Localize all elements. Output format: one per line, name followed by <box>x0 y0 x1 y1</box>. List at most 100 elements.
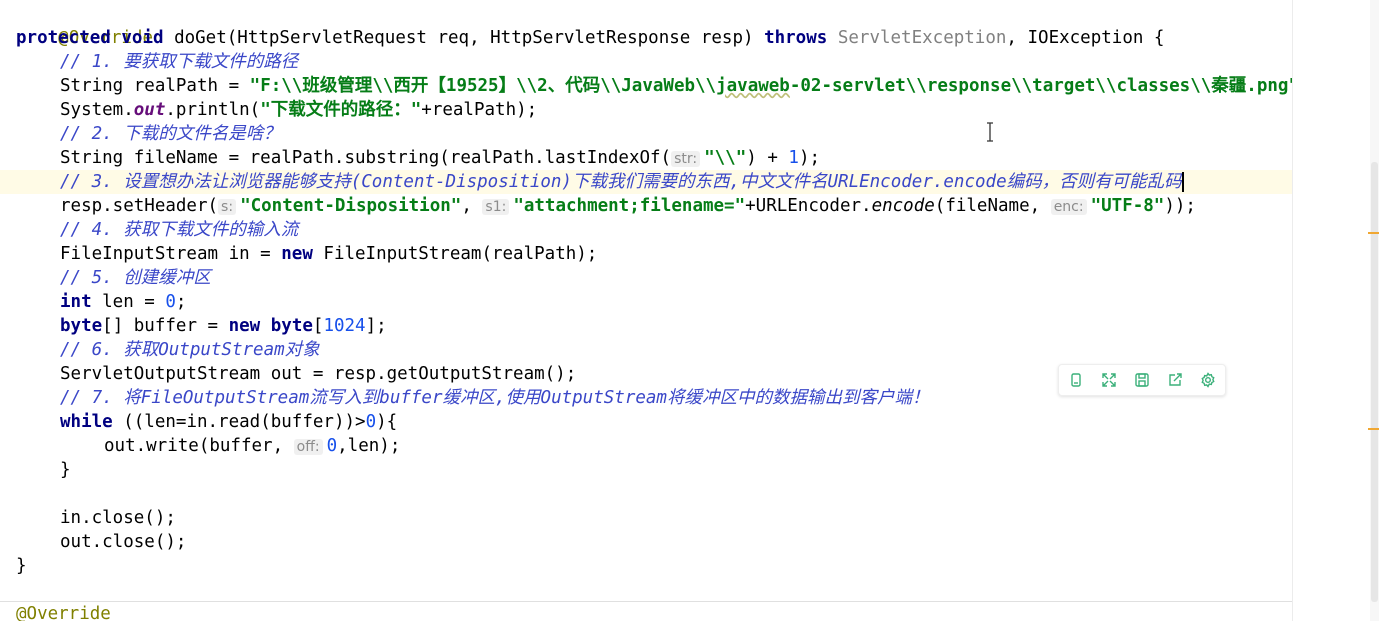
code-line: // 4. 获取下载文件的输入流 <box>60 218 1292 242</box>
code-text: len = <box>91 292 166 312</box>
code-text: )); <box>1164 196 1196 216</box>
comment-token: // 4. 获取下载文件的输入流 <box>60 220 299 240</box>
code-text: } <box>16 556 27 576</box>
code-text: out.write(buffer, <box>104 436 294 456</box>
comment-token: // 5. 创建缓冲区 <box>60 268 211 288</box>
code-text: ((len=in.read(buffer))> <box>112 412 366 432</box>
code-line: @Override <box>16 602 1292 621</box>
static-method-token: encode <box>871 196 935 216</box>
code-line: String fileName = realPath.substring(rea… <box>60 146 1292 170</box>
code-text: (fileName, <box>934 196 1051 216</box>
code-line: FileInputStream in = new FileInputStream… <box>60 242 1292 266</box>
keyword-token: new <box>281 244 313 264</box>
static-field-token: out <box>133 100 166 120</box>
code-text: +URLEncoder. <box>745 196 872 216</box>
number-token: 0 <box>365 412 377 432</box>
expand-button[interactable] <box>1098 369 1120 391</box>
mouse-ibeam-cursor <box>987 122 993 142</box>
code-line: int len = 0; <box>60 290 1292 314</box>
warning-marker[interactable] <box>1368 428 1379 430</box>
save-button[interactable] <box>1131 369 1153 391</box>
share-icon <box>1169 373 1182 386</box>
code-text: ]; <box>365 316 387 336</box>
code-text: String realPath = <box>60 76 250 96</box>
code-text: ,len); <box>337 436 401 456</box>
code-line: // 6. 获取OutputStream对象 <box>60 338 1292 362</box>
string-token: "Content-Disposition" <box>240 196 462 216</box>
share-button[interactable] <box>1164 369 1186 391</box>
comment-token: // 2. 下载的文件名是啥？ <box>60 124 281 144</box>
code-text: FileInputStream in = <box>60 244 282 264</box>
code-line: // 5. 创建缓冲区 <box>60 266 1292 290</box>
code-line: in.close(); <box>60 506 1292 530</box>
parameter-hint: str: <box>671 151 701 167</box>
unused-exception-token: ServletException <box>837 28 1007 48</box>
code-line: // 1. 要获取下载文件的路径 <box>60 50 1292 74</box>
current-line: // 3. 设置想办法让浏览器能够支持(Content-Disposition)… <box>0 170 1292 194</box>
code-text: [ <box>312 316 324 336</box>
comment-token: // 7. 将FileOutputStream流写入到buffer缓冲区,使用O… <box>60 388 930 408</box>
annotation-token: @Override <box>16 604 111 621</box>
right-gutter <box>1292 0 1379 621</box>
settings-button[interactable] <box>1197 369 1219 391</box>
code-editor[interactable]: @Override protected void doGet(HttpServl… <box>0 0 1292 621</box>
keyword-token: byte <box>270 316 313 336</box>
number-token: 1 <box>788 148 799 168</box>
keyword-token: while <box>60 412 113 432</box>
keyword-token: protected <box>16 28 111 48</box>
code-line: byte[] buffer = new byte[1024]; <box>60 314 1292 338</box>
code-line: System.out.println("下载文件的路径："+realPath); <box>60 98 1292 122</box>
code-text: in.close(); <box>60 508 176 528</box>
parameter-hint: off: <box>293 439 323 455</box>
code-text: , IOException { <box>1006 28 1165 48</box>
code-text: FileInputStream(realPath); <box>312 244 598 264</box>
save-icon <box>1135 373 1149 387</box>
code-text: [] buffer = <box>102 316 229 336</box>
code-text: ) + <box>746 148 789 168</box>
string-token: "attachment;filename=" <box>513 196 746 216</box>
code-text: ); <box>798 148 821 168</box>
code-text: } <box>60 460 71 480</box>
scrollbar-thumb[interactable] <box>1371 162 1378 602</box>
string-token: "UTF-8" <box>1090 196 1165 216</box>
copy-button[interactable] <box>1065 369 1087 391</box>
number-token: 0 <box>326 436 338 456</box>
number-token: 1024 <box>323 316 366 336</box>
code-text: String fileName = realPath.substring(rea… <box>60 148 672 168</box>
warning-marker[interactable] <box>1368 232 1379 234</box>
keyword-token: throws <box>764 28 828 48</box>
code-text: doGet(HttpServletRequest req, HttpServle… <box>163 28 765 48</box>
code-text: resp.setHeader( <box>60 196 219 216</box>
keyword-token: new <box>228 316 261 336</box>
code-line: out.write(buffer, off: 0,len); <box>104 434 1292 458</box>
code-line: @Override <box>16 2 1292 48</box>
code-text: ){ <box>376 412 398 432</box>
code-text: out.close(); <box>60 532 187 552</box>
keyword-token: byte <box>60 316 103 336</box>
copy-icon <box>1070 373 1081 387</box>
string-token: "F:\\班级管理\\西开【19525】\\2、代码\\JavaWeb\\ <box>249 76 717 96</box>
code-line: } <box>60 458 1292 482</box>
string-token: "下载文件的路径：" <box>260 100 422 120</box>
code-text: ; <box>175 292 187 312</box>
comment-token: // 1. 要获取下载文件的路径 <box>60 52 299 72</box>
code-line: protected void doGet(HttpServletRequest … <box>16 26 1292 50</box>
code-line: while ((len=in.read(buffer))>0){ <box>60 410 1292 434</box>
comment-token: // 3. 设置想办法让浏览器能够支持(Content-Disposition)… <box>60 172 1182 192</box>
parameter-hint: s1: <box>482 199 510 215</box>
code-line: // 2. 下载的文件名是啥？ <box>60 122 1292 146</box>
code-text: , <box>461 196 483 216</box>
settings-icon <box>1201 372 1215 388</box>
code-text: +realPath); <box>421 100 538 120</box>
floating-toolbar <box>1058 364 1226 396</box>
parameter-hint: enc: <box>1050 199 1087 215</box>
keyword-token: void <box>121 28 164 48</box>
code-line: resp.setHeader(s: "Content-Disposition", … <box>60 194 1292 218</box>
code-text: ServletOutputStream out = resp.getOutput… <box>60 364 577 384</box>
code-line: out.close(); <box>60 530 1292 554</box>
code-text: .println( <box>165 100 261 120</box>
comment-token: // 6. 获取OutputStream对象 <box>60 340 320 360</box>
code-line: String realPath = "F:\\班级管理\\西开【19525】\\… <box>60 74 1292 98</box>
number-token: 0 <box>165 292 176 312</box>
